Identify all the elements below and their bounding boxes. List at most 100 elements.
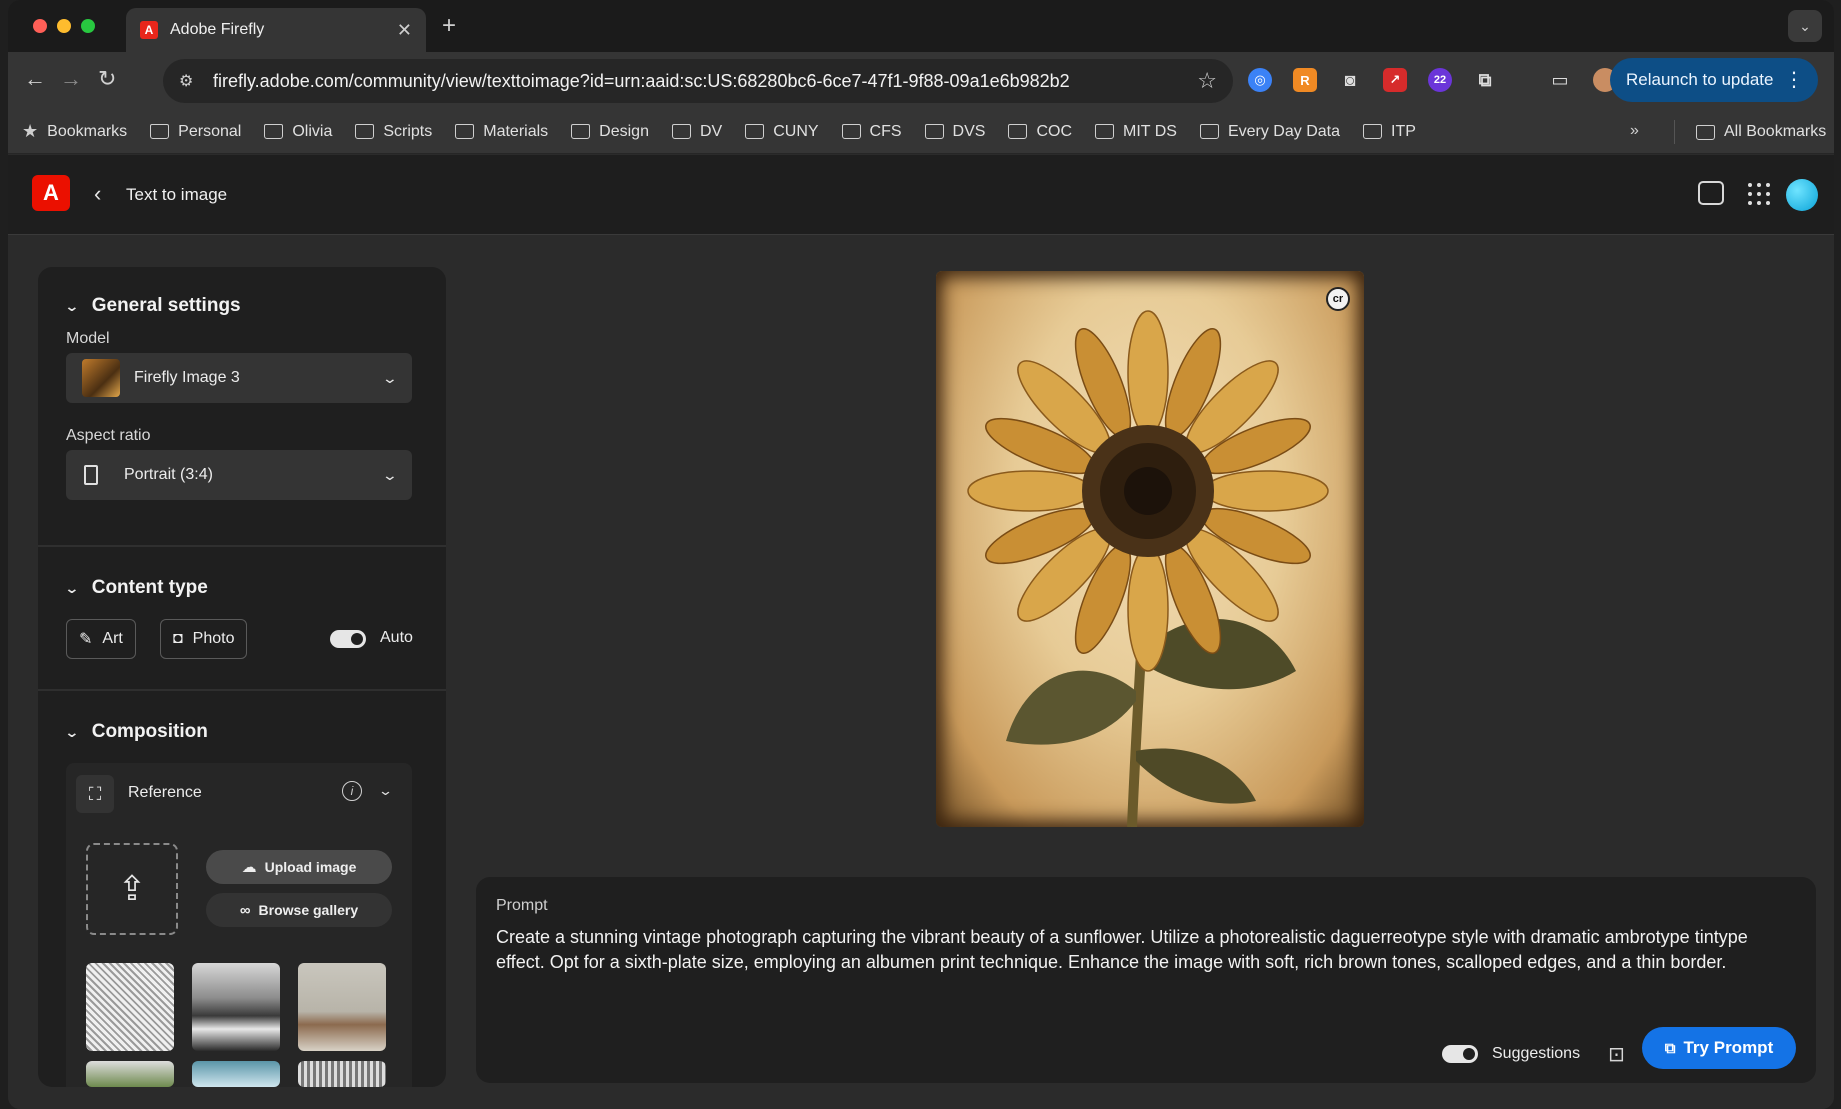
- info-icon[interactable]: i: [342, 781, 362, 801]
- folder-icon: [355, 124, 375, 139]
- folder-icon: [1363, 124, 1382, 139]
- chevron-down-icon: ⌄: [64, 723, 80, 740]
- all-bookmarks[interactable]: All Bookmarks: [1696, 110, 1826, 154]
- auto-toggle[interactable]: [330, 630, 366, 648]
- reload-icon[interactable]: ↻: [98, 66, 116, 92]
- reference-image-icon: ⛶: [76, 775, 114, 813]
- aspect-ratio-value: Portrait (3:4): [124, 466, 213, 483]
- bookmark-star-icon[interactable]: ☆: [1197, 68, 1217, 94]
- general-settings-header[interactable]: ⌄ General settings: [64, 295, 240, 317]
- art-button[interactable]: ✎ Art: [66, 619, 136, 659]
- browser-tab[interactable]: A Adobe Firefly ✕: [126, 8, 426, 52]
- content-type-header[interactable]: ⌄ Content type: [64, 577, 208, 599]
- extension-globe-icon[interactable]: ◎: [1248, 68, 1272, 92]
- folder-icon: [924, 124, 944, 139]
- bookmark-dvs[interactable]: DVS: [924, 123, 985, 141]
- cloud-upload-icon: ☁: [241, 859, 257, 876]
- prompt-text[interactable]: Create a stunning vintage photograph cap…: [496, 925, 1796, 975]
- bookmark-olivia[interactable]: Olivia: [264, 123, 332, 141]
- extension-badge-count: 22: [1433, 74, 1447, 86]
- feedback-chat-icon[interactable]: [1698, 181, 1724, 205]
- site-settings-icon[interactable]: ⚙: [179, 71, 199, 91]
- apps-grid-icon[interactable]: [1748, 183, 1770, 205]
- prompt-label: Prompt: [496, 897, 548, 914]
- adobe-favicon-icon: A: [140, 21, 158, 39]
- sunflower-illustration: [967, 310, 1329, 827]
- image-dropzone[interactable]: ⇪: [86, 843, 178, 935]
- bookmark-coc[interactable]: COC: [1008, 123, 1072, 141]
- section-divider: [38, 689, 446, 691]
- folder-icon: [264, 124, 284, 139]
- forward-arrow-icon[interactable]: →: [60, 66, 82, 92]
- extension-red-icon[interactable]: ↗: [1383, 68, 1407, 92]
- folder-icon: [1696, 124, 1715, 140]
- bookmark-cuny[interactable]: CUNY: [745, 123, 819, 141]
- new-tab-icon[interactable]: +: [442, 12, 456, 40]
- prompt-panel: Prompt Create a stunning vintage photogr…: [476, 877, 1816, 1083]
- try-prompt-button[interactable]: ⧉ Try Prompt: [1642, 1027, 1796, 1069]
- bookmark-every-day-data[interactable]: Every Day Data: [1199, 123, 1340, 141]
- url-text: firefly.adobe.com/community/view/texttoi…: [213, 70, 1070, 91]
- minimize-window-button[interactable]: [57, 19, 71, 33]
- suggestions-toggle[interactable]: [1442, 1045, 1478, 1063]
- gallery-thumbnail[interactable]: [298, 1061, 386, 1087]
- cast-icon[interactable]: ▭: [1548, 68, 1572, 92]
- bookmarks-bar: ★ Bookmarks Personal Olivia Scripts Mater…: [8, 110, 1834, 154]
- bookmarks-separator: [1674, 120, 1675, 144]
- bookmark-design[interactable]: Design: [571, 123, 649, 141]
- tab-search-icon[interactable]: ⌄: [1788, 10, 1822, 42]
- maximize-window-button[interactable]: [81, 19, 95, 33]
- browser-toolbar: ← → ↻ ⚙ firefly.adobe.com/community/view…: [8, 52, 1834, 110]
- camera-icon: ◘: [173, 630, 183, 647]
- bookmark-dv[interactable]: DV: [671, 123, 722, 141]
- browser-window: A Adobe Firefly ✕ + ⌄ ← → ↻ ⚙ firefly.ad…: [8, 0, 1834, 1109]
- gallery-thumbnail[interactable]: [298, 963, 386, 1051]
- text-check-icon[interactable]: ⊡: [1608, 1042, 1625, 1067]
- gallery-thumbnail[interactable]: [86, 963, 174, 1051]
- extension-camera-icon[interactable]: ◙: [1338, 68, 1362, 92]
- relaunch-button[interactable]: Relaunch to update ⋮: [1610, 58, 1818, 102]
- bookmark-mit-ds[interactable]: MIT DS: [1095, 123, 1177, 141]
- auto-label: Auto: [380, 629, 413, 646]
- bookmark-bookmarks[interactable]: ★ Bookmarks: [22, 121, 127, 142]
- browse-gallery-button[interactable]: ∞ Browse gallery: [206, 893, 392, 927]
- bookmark-itp[interactable]: ITP: [1363, 123, 1416, 141]
- bookmark-personal[interactable]: Personal: [150, 123, 241, 141]
- user-avatar[interactable]: [1786, 179, 1818, 211]
- page-title[interactable]: Text to image: [126, 185, 227, 205]
- app-header: A ‹ Text to image: [8, 155, 1834, 235]
- model-value: Firefly Image 3: [134, 369, 240, 386]
- folder-icon: [571, 124, 591, 139]
- folder-icon: [1008, 124, 1028, 139]
- tab-close-icon[interactable]: ✕: [397, 20, 412, 41]
- bookmark-cfs[interactable]: CFS: [841, 123, 902, 141]
- folder-icon: [671, 124, 691, 139]
- suggestions-label: Suggestions: [1492, 1045, 1581, 1062]
- aspect-ratio-dropdown[interactable]: Portrait (3:4) ⌄: [66, 450, 412, 500]
- folder-icon: [1199, 124, 1219, 139]
- chevron-down-icon: ⌄: [64, 297, 80, 314]
- bookmark-materials[interactable]: Materials: [455, 123, 548, 141]
- generated-image[interactable]: cr: [936, 271, 1364, 827]
- reference-section: ⛶ Reference i ⌄ ⇪ ☁ Upload image ∞ Brows…: [66, 763, 412, 1087]
- gallery-thumbnail[interactable]: [86, 1061, 174, 1087]
- bookmark-scripts[interactable]: Scripts: [355, 123, 432, 141]
- gallery-thumbnail[interactable]: [192, 963, 280, 1051]
- composition-header[interactable]: ⌄ Composition: [64, 721, 208, 743]
- address-bar[interactable]: ⚙ firefly.adobe.com/community/view/textt…: [163, 59, 1233, 103]
- extension-badge-icon[interactable]: 22: [1428, 68, 1452, 92]
- model-dropdown[interactable]: Firefly Image 3 ⌄: [66, 353, 412, 403]
- back-arrow-icon[interactable]: ←: [24, 66, 46, 92]
- content-credentials-icon[interactable]: cr: [1326, 287, 1350, 311]
- chevron-down-icon[interactable]: ⌄: [378, 783, 393, 799]
- gallery-thumbnail[interactable]: [192, 1061, 280, 1087]
- back-chevron-icon[interactable]: ‹: [94, 181, 101, 207]
- extension-orange-icon[interactable]: R: [1293, 68, 1317, 92]
- close-window-button[interactable]: [33, 19, 47, 33]
- adobe-logo-icon[interactable]: A: [32, 175, 70, 211]
- photo-button[interactable]: ◘ Photo: [160, 619, 248, 659]
- extensions-puzzle-icon[interactable]: ⧉: [1473, 68, 1497, 92]
- upload-image-button[interactable]: ☁ Upload image: [206, 850, 392, 884]
- more-menu-icon[interactable]: ⋮: [1784, 67, 1804, 92]
- more-bookmarks-icon[interactable]: »: [1630, 122, 1639, 140]
